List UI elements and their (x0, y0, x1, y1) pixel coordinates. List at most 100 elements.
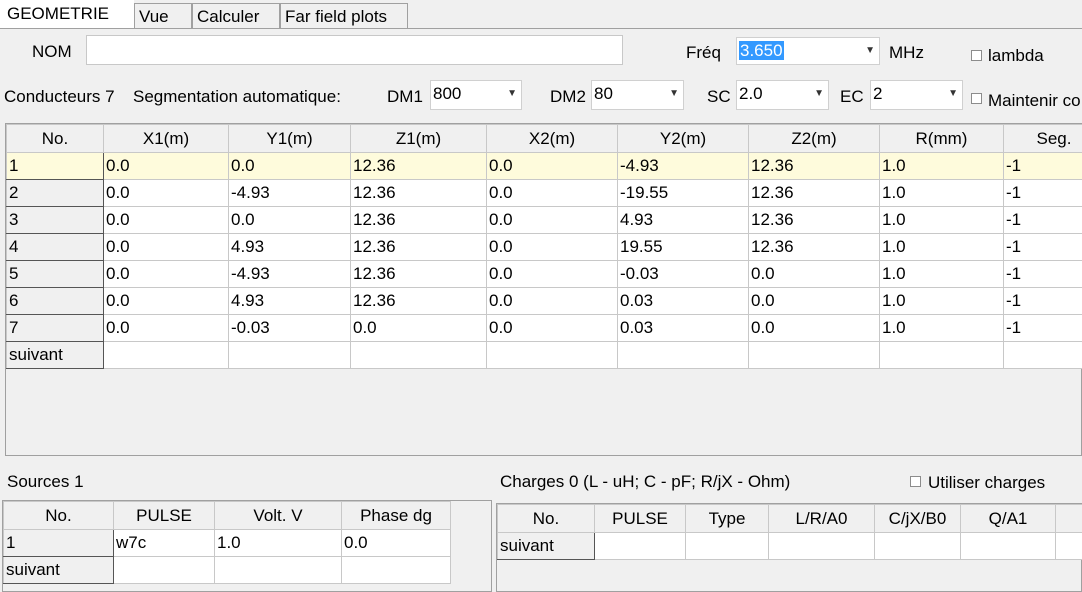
column-header[interactable]: X2(m) (486, 124, 618, 153)
column-header[interactable]: Type (685, 504, 769, 533)
table-cell[interactable]: -1 (1003, 152, 1082, 180)
table-cell[interactable]: 0.0 (486, 314, 618, 342)
column-header[interactable]: No. (6, 124, 104, 153)
table-cell[interactable] (350, 341, 487, 369)
table-cell[interactable]: -4.93 (617, 152, 749, 180)
table-cell[interactable]: 0.0 (748, 260, 880, 288)
column-header[interactable]: Q/A1 (960, 504, 1056, 533)
table-cell[interactable]: 0.0 (486, 287, 618, 315)
table-cell[interactable]: 1.0 (879, 179, 1004, 207)
row-header[interactable]: 1 (6, 152, 104, 180)
table-cell[interactable]: 0.0 (228, 206, 351, 234)
table-cell[interactable]: 0.0 (341, 529, 451, 557)
row-header[interactable]: 1 (3, 529, 114, 557)
table-cell[interactable]: 0.0 (228, 152, 351, 180)
column-header[interactable]: Volt. V (214, 501, 342, 530)
table-cell[interactable]: 12.36 (748, 206, 880, 234)
column-header[interactable]: L/R/A0 (768, 504, 875, 533)
row-header[interactable]: 3 (6, 206, 104, 234)
table-cell[interactable]: 0.0 (103, 260, 229, 288)
table-cell[interactable]: -1 (1003, 206, 1082, 234)
table-cell[interactable] (113, 556, 215, 584)
tab-far-field-plots[interactable]: Far field plots (280, 3, 408, 28)
tab-calculer[interactable]: Calculer (192, 3, 280, 28)
table-cell[interactable]: 0.0 (486, 152, 618, 180)
table-cell[interactable]: -1 (1003, 233, 1082, 261)
table-cell[interactable]: 1.0 (879, 260, 1004, 288)
table-cell[interactable] (879, 341, 1004, 369)
table-cell[interactable]: -0.03 (228, 314, 351, 342)
table-cell[interactable]: 0.0 (748, 314, 880, 342)
table-cell[interactable] (486, 341, 618, 369)
table-cell[interactable]: 12.36 (350, 206, 487, 234)
table-cell[interactable]: 0.03 (617, 287, 749, 315)
table-cell[interactable]: 0.0 (486, 206, 618, 234)
table-cell[interactable]: 12.36 (350, 179, 487, 207)
maintenir-checkbox[interactable] (971, 93, 982, 104)
table-cell[interactable]: -1 (1003, 314, 1082, 342)
table-cell[interactable]: -19.55 (617, 179, 749, 207)
table-cell[interactable]: 19.55 (617, 233, 749, 261)
table-cell[interactable] (768, 532, 875, 560)
column-header[interactable]: No. (3, 501, 114, 530)
table-cell[interactable]: 12.36 (748, 179, 880, 207)
table-cell[interactable]: -1 (1003, 260, 1082, 288)
table-cell[interactable]: 0.0 (748, 287, 880, 315)
table-cell[interactable]: 0.0 (486, 233, 618, 261)
table-cell[interactable]: w7c (113, 529, 215, 557)
dm2-combo[interactable]: 80 ▼ (591, 80, 684, 110)
row-header[interactable]: 6 (6, 287, 104, 315)
ec-combo[interactable]: 2 ▼ (870, 80, 963, 110)
lambda-checkbox[interactable] (971, 50, 982, 61)
table-cell[interactable] (960, 532, 1056, 560)
column-header[interactable] (1055, 504, 1082, 533)
table-cell[interactable]: 0.0 (103, 233, 229, 261)
table-cell[interactable]: 1.0 (879, 152, 1004, 180)
table-cell[interactable]: 0.0 (486, 179, 618, 207)
nom-input[interactable] (86, 35, 623, 65)
table-cell[interactable] (617, 341, 749, 369)
dm1-combo[interactable]: 800 ▼ (430, 80, 522, 110)
table-cell[interactable] (594, 532, 686, 560)
table-cell[interactable]: 1.0 (879, 233, 1004, 261)
table-cell[interactable]: 0.0 (350, 314, 487, 342)
table-cell[interactable] (1003, 341, 1082, 369)
table-cell[interactable]: 0.0 (103, 179, 229, 207)
row-header[interactable]: 4 (6, 233, 104, 261)
table-cell[interactable]: 0.0 (103, 206, 229, 234)
table-cell[interactable]: -0.03 (617, 260, 749, 288)
table-cell[interactable]: 12.36 (350, 260, 487, 288)
table-cell[interactable]: 1.0 (879, 314, 1004, 342)
column-header[interactable]: Phase dg (341, 501, 451, 530)
table-cell[interactable]: 0.0 (103, 152, 229, 180)
tab-vue[interactable]: Vue (134, 3, 192, 28)
table-cell[interactable]: 4.93 (228, 233, 351, 261)
table-cell[interactable] (874, 532, 961, 560)
table-cell[interactable]: 1.0 (879, 206, 1004, 234)
table-cell[interactable] (228, 341, 351, 369)
column-header[interactable]: PULSE (594, 504, 686, 533)
table-cell[interactable] (341, 556, 451, 584)
table-cell[interactable]: 0.0 (103, 287, 229, 315)
table-cell[interactable]: 12.36 (748, 152, 880, 180)
column-header[interactable]: No. (497, 504, 595, 533)
table-cell[interactable]: -4.93 (228, 260, 351, 288)
table-cell[interactable]: 4.93 (617, 206, 749, 234)
table-cell[interactable]: -1 (1003, 179, 1082, 207)
row-header[interactable]: suivant (6, 341, 104, 369)
table-cell[interactable]: 12.36 (350, 233, 487, 261)
table-cell[interactable]: 1.0 (214, 529, 342, 557)
column-header[interactable]: Z1(m) (350, 124, 487, 153)
column-header[interactable]: PULSE (113, 501, 215, 530)
column-header[interactable]: X1(m) (103, 124, 229, 153)
row-header[interactable]: 5 (6, 260, 104, 288)
table-cell[interactable]: 12.36 (350, 287, 487, 315)
row-header[interactable]: 7 (6, 314, 104, 342)
column-header[interactable]: Y1(m) (228, 124, 351, 153)
row-header[interactable]: suivant (497, 532, 595, 560)
table-cell[interactable]: 12.36 (350, 152, 487, 180)
utiliser-charges-checkbox[interactable] (910, 476, 921, 487)
tab-geometrie[interactable]: GEOMETRIE (0, 0, 134, 29)
column-header[interactable]: Seg. (1003, 124, 1082, 153)
column-header[interactable]: R(mm) (879, 124, 1004, 153)
